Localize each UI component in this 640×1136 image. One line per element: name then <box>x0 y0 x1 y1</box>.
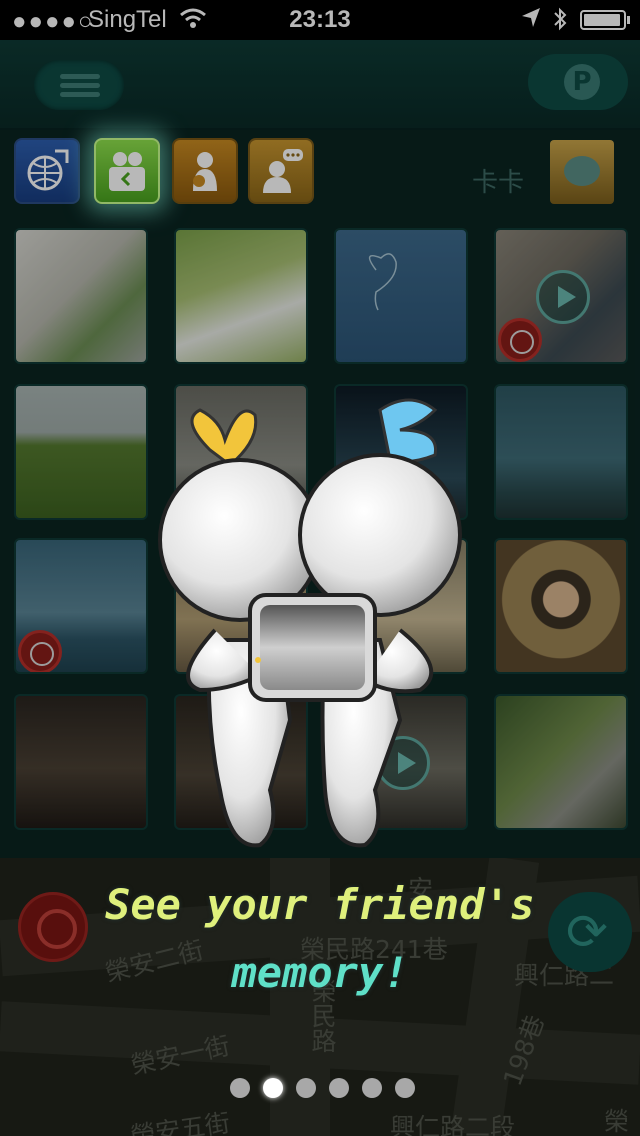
page-dot-current[interactable] <box>263 1078 283 1098</box>
page-dot[interactable] <box>395 1078 415 1098</box>
tutorial-subtitle: memory! <box>231 948 409 997</box>
couple-mascot-illustration <box>158 398 462 848</box>
tutorial-title: See your friend's <box>105 880 535 929</box>
page-dot[interactable] <box>296 1078 316 1098</box>
tutorial-overlay[interactable]: See your friend's memory! <box>0 0 640 1136</box>
page-dot[interactable] <box>230 1078 250 1098</box>
page-dot[interactable] <box>362 1078 382 1098</box>
page-indicator[interactable] <box>230 1078 420 1102</box>
page-dot[interactable] <box>329 1078 349 1098</box>
